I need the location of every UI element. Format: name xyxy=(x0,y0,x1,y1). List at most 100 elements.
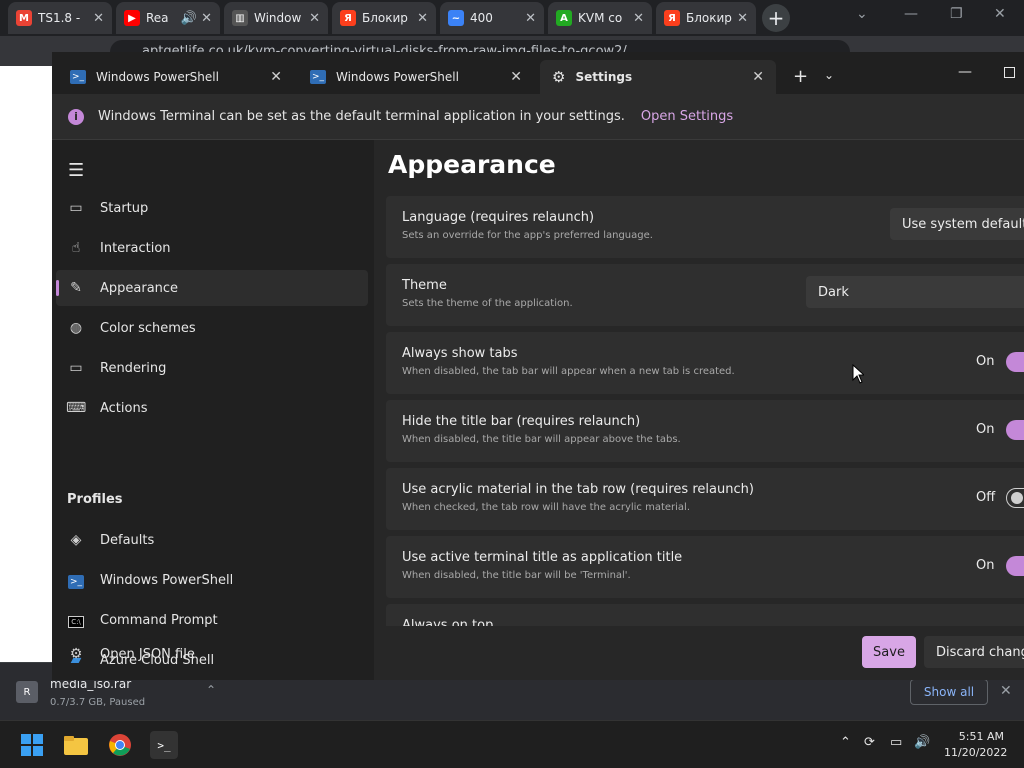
browser-tab-title: KVM co xyxy=(578,11,623,25)
setting-description: Sets the theme of the application. xyxy=(402,298,573,309)
speaker-icon[interactable]: 🔊 xyxy=(181,11,197,26)
brush-icon: ✎ xyxy=(70,280,82,296)
hide-title-bar-toggle[interactable] xyxy=(1006,420,1024,440)
nav-item-defaults[interactable]: ◈ Defaults xyxy=(56,522,368,558)
close-icon[interactable]: ✕ xyxy=(93,11,104,26)
terminal-icon[interactable]: >_ xyxy=(150,731,178,759)
setting-language: Language (requires relaunch) Sets an ove… xyxy=(386,196,1024,258)
browser-tab-title: Window xyxy=(254,11,302,25)
save-button[interactable]: Save xyxy=(862,636,916,668)
clock[interactable]: 5:51 AM 11/20/2022 xyxy=(944,729,1007,761)
new-tab-button[interactable]: + xyxy=(762,4,790,32)
discard-changes-button[interactable]: Discard chang xyxy=(924,636,1024,668)
close-icon[interactable]: ✕ xyxy=(633,11,644,26)
nav-item-command-prompt[interactable]: C:\ Command Prompt xyxy=(56,602,368,638)
close-icon[interactable]: ✕ xyxy=(270,69,282,85)
setting-theme: Theme Sets the theme of the application.… xyxy=(386,264,1024,326)
setting-title: Use acrylic material in the tab row (req… xyxy=(402,482,754,497)
gear-icon: ⚙ xyxy=(552,68,566,86)
setting-always-show-tabs: Always show tabs When disabled, the tab … xyxy=(386,332,1024,394)
profiles-heading: Profiles xyxy=(67,492,123,507)
terminal-tab[interactable]: >_ Windows PowerShell ✕ xyxy=(58,60,294,94)
sync-icon[interactable]: ⟳ xyxy=(864,735,875,750)
setting-acrylic-tab-row: Use acrylic material in the tab row (req… xyxy=(386,468,1024,530)
page-title: Appearance xyxy=(388,150,556,179)
chevron-up-icon[interactable]: ⌃ xyxy=(206,683,216,697)
terminal-tab-bar: >_ Windows PowerShell ✕ >_ Windows Power… xyxy=(52,52,1024,94)
always-show-tabs-toggle[interactable] xyxy=(1006,352,1024,372)
close-icon[interactable]: ✕ xyxy=(510,69,522,85)
new-tab-button[interactable]: + xyxy=(793,66,808,87)
browser-tab[interactable]: ~ 400 ✕ xyxy=(440,2,544,34)
toggle-state-label: On xyxy=(976,354,995,369)
browser-tab[interactable]: ▥ Window ✕ xyxy=(224,2,328,34)
display-icon[interactable]: ▭ xyxy=(890,735,902,750)
minimize-icon[interactable]: — xyxy=(904,6,918,22)
rar-file-icon[interactable]: R xyxy=(16,681,38,703)
close-icon[interactable]: ✕ xyxy=(201,11,212,26)
web-page-content xyxy=(0,66,52,662)
yandex-icon: Я xyxy=(664,10,680,26)
terminal-tab[interactable]: >_ Windows PowerShell ✕ xyxy=(298,60,534,94)
setting-title: Always show tabs xyxy=(402,346,518,361)
show-all-button[interactable]: Show all xyxy=(910,679,988,705)
monitor-icon: ▭ xyxy=(69,360,83,376)
terminal-tab-label: Settings xyxy=(575,70,633,84)
mouse-cursor-icon xyxy=(852,364,864,384)
windows-start-icon[interactable] xyxy=(18,731,46,759)
file-explorer-icon[interactable] xyxy=(62,731,90,759)
minimize-icon[interactable]: — xyxy=(958,64,972,80)
settings-nav: ☰ ▭ Startup ☝ Interaction ✎ Appearance ◍… xyxy=(52,140,374,680)
restore-icon[interactable]: ❐ xyxy=(950,6,963,22)
acrylic-tab-row-toggle[interactable] xyxy=(1006,488,1024,508)
hamburger-icon[interactable]: ☰ xyxy=(68,160,84,181)
chrome-icon[interactable] xyxy=(106,731,134,759)
cmd-icon: C:\ xyxy=(66,612,86,628)
setting-title: Use active terminal title as application… xyxy=(402,550,683,565)
browser-tab[interactable]: M TS1.8 - ✕ xyxy=(8,2,112,34)
info-bar: i Windows Terminal can be set as the def… xyxy=(52,94,1024,140)
toggle-state-label: On xyxy=(976,422,995,437)
setting-description: When disabled, the title bar will appear… xyxy=(402,434,681,445)
info-icon: i xyxy=(68,108,84,125)
terminal-tab-settings[interactable]: ⚙ Settings ✕ xyxy=(540,60,776,94)
language-dropdown[interactable]: Use system default xyxy=(890,208,1024,240)
powershell-icon: >_ xyxy=(68,574,84,589)
taskbar: >_ ⌃ ⟳ ▭ 🔊 5:51 AM 11/20/2022 xyxy=(0,720,1024,768)
nav-item-startup[interactable]: ▭ Startup xyxy=(56,190,368,226)
close-icon[interactable]: ✕ xyxy=(752,69,764,85)
chevron-down-icon[interactable]: ⌄ xyxy=(824,68,834,82)
browser-tab[interactable]: Я Блокир ✕ xyxy=(656,2,756,34)
nav-item-actions[interactable]: ⌨ Actions xyxy=(56,390,368,426)
close-icon[interactable]: ✕ xyxy=(994,6,1006,22)
interaction-icon: ☝ xyxy=(71,240,81,256)
maximize-icon[interactable] xyxy=(1004,67,1015,78)
gear-icon: ⚙ xyxy=(69,646,83,662)
active-title-toggle[interactable] xyxy=(1006,556,1024,576)
chevron-down-icon[interactable]: ⌄ xyxy=(856,6,868,22)
browser-tab-active[interactable]: A KVM co ✕ xyxy=(548,2,652,34)
browser-tab[interactable]: Я Блокир ✕ xyxy=(332,2,436,34)
close-icon[interactable]: ✕ xyxy=(417,11,428,26)
nav-item-label: Interaction xyxy=(100,240,171,256)
close-icon[interactable]: ✕ xyxy=(1000,683,1012,699)
browser-tab-title: TS1.8 - xyxy=(38,11,81,25)
browser-tab[interactable]: ▶ Rea 🔊 ✕ xyxy=(116,2,220,34)
palette-icon: ◍ xyxy=(69,320,83,336)
youtube-icon: ▶ xyxy=(124,10,140,26)
browser-tab-title: 400 xyxy=(470,11,493,25)
close-icon[interactable]: ✕ xyxy=(525,11,536,26)
close-icon[interactable]: ✕ xyxy=(309,11,320,26)
nav-item-label: Appearance xyxy=(100,280,179,296)
close-icon[interactable]: ✕ xyxy=(737,11,748,26)
nav-item-rendering[interactable]: ▭ Rendering xyxy=(56,350,368,386)
speaker-icon[interactable]: 🔊 xyxy=(914,735,930,750)
open-settings-link[interactable]: Open Settings xyxy=(641,109,733,124)
nav-item-color-schemes[interactable]: ◍ Color schemes xyxy=(56,310,368,346)
theme-dropdown[interactable]: Dark xyxy=(806,276,1024,308)
chevron-up-icon[interactable]: ⌃ xyxy=(840,735,851,750)
nav-item-windows-powershell[interactable]: >_ Windows PowerShell xyxy=(56,562,368,598)
open-json-file[interactable]: ⚙ Open JSON file xyxy=(56,636,368,672)
nav-item-interaction[interactable]: ☝ Interaction xyxy=(56,230,368,266)
nav-item-appearance[interactable]: ✎ Appearance xyxy=(56,270,368,306)
